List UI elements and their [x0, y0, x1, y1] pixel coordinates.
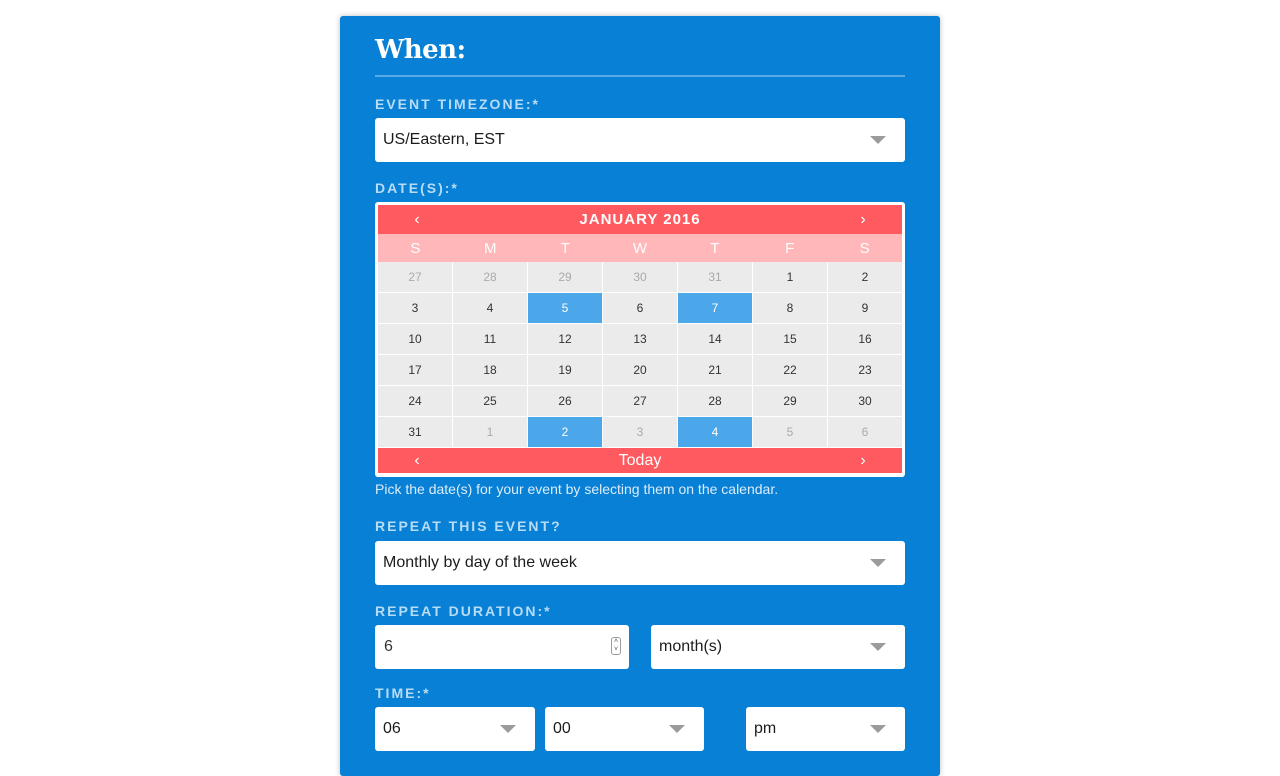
weekday-label: S — [859, 239, 870, 257]
calendar-day[interactable]: 27 — [603, 386, 678, 417]
calendar-day[interactable]: 10 — [378, 324, 453, 355]
calendar-day-selected[interactable]: 7 — [678, 293, 753, 324]
title-divider — [375, 75, 905, 77]
weekday-header-row: SMTWTFS — [378, 234, 902, 262]
calendar-day[interactable]: 31 — [378, 417, 453, 448]
ampm-value: pm — [754, 720, 777, 737]
calendar-day[interactable]: 18 — [453, 355, 528, 386]
time-label: TIME:* — [375, 685, 431, 701]
calendar-header: ‹ JANUARY 2016 › — [378, 205, 902, 234]
chevron-down-icon — [870, 643, 886, 651]
calendar-day[interactable]: 29 — [753, 386, 828, 417]
duration-count-input[interactable]: 6 ˄ ˅ — [375, 625, 629, 669]
repeat-value: Monthly by day of the week — [383, 554, 577, 571]
weekday-label: M — [484, 239, 497, 257]
calendar-week-row: 3456789 — [378, 293, 902, 324]
calendar-day[interactable]: 21 — [678, 355, 753, 386]
calendar-day[interactable]: 30 — [603, 262, 678, 293]
calendar-day[interactable]: 31 — [678, 262, 753, 293]
calendar-week-row: 17 18 19 20 21 22 23 — [378, 355, 902, 386]
weekday-label: T — [710, 239, 720, 257]
when-panel: When: EVENT TIMEZONE:* US/Eastern, EST D… — [340, 16, 940, 776]
calendar-day[interactable]: 28 — [453, 262, 528, 293]
prev-button[interactable]: ‹ — [378, 452, 456, 470]
calendar-day[interactable]: 1 — [753, 262, 828, 293]
prev-month-button[interactable]: ‹ — [378, 211, 456, 229]
calendar-day[interactable]: 9 — [828, 293, 902, 324]
section-title: When: — [375, 35, 466, 65]
calendar-day[interactable]: 5 — [753, 417, 828, 448]
chevron-down-icon — [870, 136, 886, 144]
weekday-label: W — [632, 239, 648, 257]
calendar-day[interactable]: 15 — [753, 324, 828, 355]
duration-unit-select[interactable]: month(s) — [651, 625, 905, 669]
weekday-label: F — [785, 239, 795, 257]
timezone-select[interactable]: US/Eastern, EST — [375, 118, 905, 162]
weekday-label: S — [410, 239, 421, 257]
calendar-day[interactable]: 16 — [828, 324, 902, 355]
dates-help-text: Pick the date(s) for your event by selec… — [375, 481, 779, 497]
calendar-day[interactable]: 17 — [378, 355, 453, 386]
calendar-day[interactable]: 14 — [678, 324, 753, 355]
calendar-day[interactable]: 6 — [828, 417, 902, 448]
duration-count-value: 6 — [384, 638, 393, 655]
calendar-day[interactable]: 25 — [453, 386, 528, 417]
calendar-week-row: 10 11 12 13 14 15 16 — [378, 324, 902, 355]
stepper-icon[interactable]: ˄ ˅ — [611, 637, 621, 655]
calendar-day[interactable]: 1 — [453, 417, 528, 448]
calendar-day[interactable]: 27 — [378, 262, 453, 293]
calendar-day[interactable]: 11 — [453, 324, 528, 355]
calendar-day[interactable]: 22 — [753, 355, 828, 386]
chevron-down-icon — [870, 559, 886, 567]
calendar-day[interactable]: 28 — [678, 386, 753, 417]
calendar-day-selected[interactable]: 4 — [678, 417, 753, 448]
calendar-day[interactable]: 30 — [828, 386, 902, 417]
calendar-week-row: 27 28 29 30 31 1 2 — [378, 262, 902, 293]
calendar-day[interactable]: 20 — [603, 355, 678, 386]
today-button[interactable]: Today — [619, 452, 662, 470]
calendar-day[interactable]: 2 — [828, 262, 902, 293]
calendar-day[interactable]: 24 — [378, 386, 453, 417]
timezone-label: EVENT TIMEZONE:* — [375, 96, 541, 112]
calendar-day[interactable]: 4 — [453, 293, 528, 324]
calendar-week-row: 31 1 2 3 4 5 6 — [378, 417, 902, 448]
next-month-button[interactable]: › — [824, 211, 902, 229]
repeat-select[interactable]: Monthly by day of the week — [375, 541, 905, 585]
calendar-day[interactable]: 26 — [528, 386, 603, 417]
calendar-day[interactable]: 13 — [603, 324, 678, 355]
calendar-footer: ‹ Today › — [378, 448, 902, 473]
calendar-week-row: 24 25 26 27 28 29 30 — [378, 386, 902, 417]
calendar-day[interactable]: 29 — [528, 262, 603, 293]
hour-select[interactable]: 06 — [375, 707, 535, 751]
calendar-day[interactable]: 23 — [828, 355, 902, 386]
duration-unit-value: month(s) — [659, 638, 723, 655]
minute-select[interactable]: 00 — [545, 707, 704, 751]
minute-value: 00 — [553, 720, 571, 737]
calendar-day-selected[interactable]: 2 — [528, 417, 603, 448]
timezone-value: US/Eastern, EST — [383, 131, 505, 148]
duration-label: REPEAT DURATION:* — [375, 603, 552, 619]
next-button[interactable]: › — [824, 452, 902, 470]
dates-label: DATE(S):* — [375, 180, 459, 196]
hour-value: 06 — [383, 720, 401, 737]
repeat-label: REPEAT THIS EVENT? — [375, 518, 562, 534]
calendar-grid: 27 28 29 30 31 1 2 3 4 5 6 7 8 9 10 11 12 13 14 15 16 17 18 19 2… — [378, 262, 902, 448]
calendar-month-title: JANUARY 2016 — [579, 211, 701, 228]
date-picker-calendar: ‹ JANUARY 2016 › SMTWTFS 27 28 29 30 31 1 2 3 4 5… — [375, 202, 905, 477]
calendar-day[interactable]: 8 — [753, 293, 828, 324]
calendar-day[interactable]: 19 — [528, 355, 603, 386]
calendar-day[interactable]: 3 — [378, 293, 453, 324]
chevron-down-icon — [870, 725, 886, 733]
calendar-day-selected[interactable]: 5 — [528, 293, 603, 324]
ampm-select[interactable]: pm — [746, 707, 905, 751]
calendar-day[interactable]: 6 — [603, 293, 678, 324]
calendar-day[interactable]: 3 — [603, 417, 678, 448]
chevron-down-icon — [669, 725, 685, 733]
chevron-down-icon — [500, 725, 516, 733]
weekday-label: T — [560, 239, 570, 257]
calendar-day[interactable]: 12 — [528, 324, 603, 355]
